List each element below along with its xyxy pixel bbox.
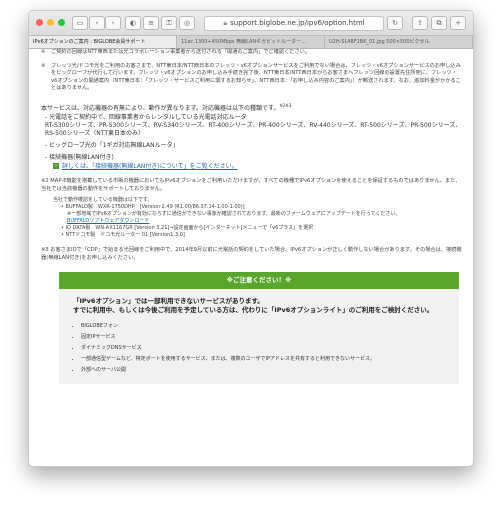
unavailable-services-list: BIGLOBEフォン 固定IPサービス ダイナミックDNSサービス 一部通信型ゲ…	[73, 321, 447, 376]
buffalo-notice: ※一部地域でIPv6オプションが有効にならずに通信ができない事象が確認されており…	[67, 211, 401, 217]
sidebar-icon[interactable]: ▭	[72, 16, 88, 30]
note-cdp-text: ※3 お客さまIDで「CDP」で始まる光回線をご利用中で、2014年9月以前に光…	[41, 247, 462, 261]
notice-warning-1: 「IPv6オプション」では一部利用できないサービスがあります。	[73, 297, 264, 305]
tab-ipv6-option[interactable]: IPv6オプションのご案内 : BIGLOBE会員サポート	[29, 36, 177, 48]
list-item: 一部通信型ゲームなど、特定ポートを使用するサービス、または、複数のユーザでIPア…	[81, 354, 447, 365]
zoom-window-button[interactable]	[58, 19, 65, 26]
share-icon[interactable]: ⇪	[412, 16, 428, 30]
tested-devices-heading: 当社で動作確認をしている機器は以下です。	[53, 197, 153, 203]
tabs-icon[interactable]: ⧉	[431, 16, 447, 30]
browser-toolbar: ▭ ‹ › ◐ ≡ ⚿ ◎ 🔒︎ support.biglobe.ne.jp/ip…	[29, 11, 473, 36]
minimize-window-button[interactable]	[47, 19, 54, 26]
note-cdp: ※3 お客さまIDで「CDP」で始まる光回線をご利用中で、2014年9月以前に光…	[41, 247, 463, 262]
password-icon[interactable]: ⚿	[161, 16, 177, 30]
note-map-e: ※2 MAP-E機能を搭載している市販の機器においてもIPv6オプションをご利用…	[41, 178, 463, 193]
address-bar[interactable]: 🔒︎ support.biglobe.ne.jp/ipv6/option.html	[204, 16, 384, 31]
tab-bar: IPv6オプションのご案内 : BIGLOBE会員サポート 11ac 1300+…	[29, 36, 473, 49]
reload-icon[interactable]: ↻	[387, 16, 403, 30]
close-window-button[interactable]	[36, 19, 43, 26]
tab-router[interactable]: 11ac 1300+450Mbps 無線LANギガビットルーター...	[177, 36, 325, 48]
list-item: 外部へのサーバ公開	[81, 365, 447, 376]
device-item-models: RT-S300シリーズ、PR-S300シリーズ、RV-S340シリーズ、RT-4…	[45, 121, 462, 137]
list-item: ダイナミックDNSサービス	[81, 343, 447, 354]
notice-box: 「IPv6オプション」では一部利用できないサービスがあります。 すでに利用中、も…	[59, 289, 459, 384]
device-item-wlan: - 接続機器(無線LAN付き)	[45, 153, 114, 161]
details-link[interactable]: 詳しくは、「接続機器(無線LAN付き)について」をご覧ください。	[62, 163, 238, 171]
device-list: - 光電話をご契約中で、回線事業者からレンタルしている光電話対応ルータ RT-S…	[45, 114, 463, 162]
lock-icon: 🔒︎	[223, 19, 228, 27]
note-contract-text: ご契約の回線はNTT東西または光コラボレーション事業者から送付される「開通のご案…	[51, 49, 311, 55]
note-flets-text: フレッツ光/ドコモ光をご利用のお客さまで、NTT東日本/NTT西日本のフレッツ・…	[51, 62, 461, 92]
notice-banner: ※ご注意ください！※	[59, 272, 459, 289]
tab-image[interactable]: U2H-SL48F1BK_01.jpg 500×500ピクセル	[325, 36, 473, 48]
reader-icon[interactable]: ≡	[143, 16, 159, 30]
add-tab-icon[interactable]: +	[450, 16, 466, 30]
tested-device-docomo: • NTTドコモ製 ドコモ光ルーター 01 [Version1.3.0]	[61, 232, 185, 238]
tested-device-iodata: • IO DATA製 WN-AX1167GR [Version 3.21]→設定…	[61, 225, 314, 231]
note-flets: ※ フレッツ光/ドコモ光をご利用のお客さまで、NTT東日本/NTT西日本のフレッツ…	[41, 63, 463, 93]
device-item-hikari-router: - 光電話をご契約中で、回線事業者からレンタルしている光電話対応ルータ	[45, 113, 247, 121]
note-map-e-text: ※2 MAP-E機能を搭載している市販の機器においてもIPv6オプションをご利用…	[41, 178, 461, 192]
list-item: 固定IPサービス	[81, 332, 447, 343]
service-intro: 本サービスは、対応機器の有無により、動作が異なります。対応機器は以下の種類です。…	[41, 102, 292, 112]
tested-device-buffalo: • BUFFALO製 WXR-1750DHP [Version 2.49 (R1…	[61, 204, 245, 210]
device-item-biglobe-router: - ビッグローブ光の「1ギガ対応無線LANルータ」	[45, 141, 179, 149]
notice-warning-2: すでに利用中、もしくは今後ご利用を予定している方は、代わりに「IPv6オプション…	[73, 306, 434, 314]
back-icon[interactable]: ‹	[89, 16, 105, 30]
details-link-row: › 詳しくは、「接続機器(無線LAN付き)について」をご覧ください。	[53, 163, 463, 171]
address-url: support.biglobe.ne.jp/ipv6/option.html	[230, 19, 365, 27]
privacy-icon[interactable]: ◐	[125, 16, 141, 30]
arrow-right-icon: ›	[53, 163, 59, 170]
buffalo-download-link[interactable]: BUFFALOソフトウェアダウンロード	[67, 218, 463, 225]
browser-window: ▭ ‹ › ◐ ≡ ⚿ ◎ 🔒︎ support.biglobe.ne.jp/ip…	[28, 10, 474, 467]
page-content: ※ ご契約の回線はNTT東西または光コラボレーション事業者から送付される「開通のご…	[29, 49, 473, 466]
note-contract: ※ ご契約の回線はNTT東西または光コラボレーション事業者から送付される「開通のご…	[41, 49, 311, 55]
extension-icon[interactable]: ◎	[179, 16, 195, 30]
forward-icon[interactable]: ›	[105, 16, 121, 30]
list-item: BIGLOBEフォン	[81, 321, 447, 332]
